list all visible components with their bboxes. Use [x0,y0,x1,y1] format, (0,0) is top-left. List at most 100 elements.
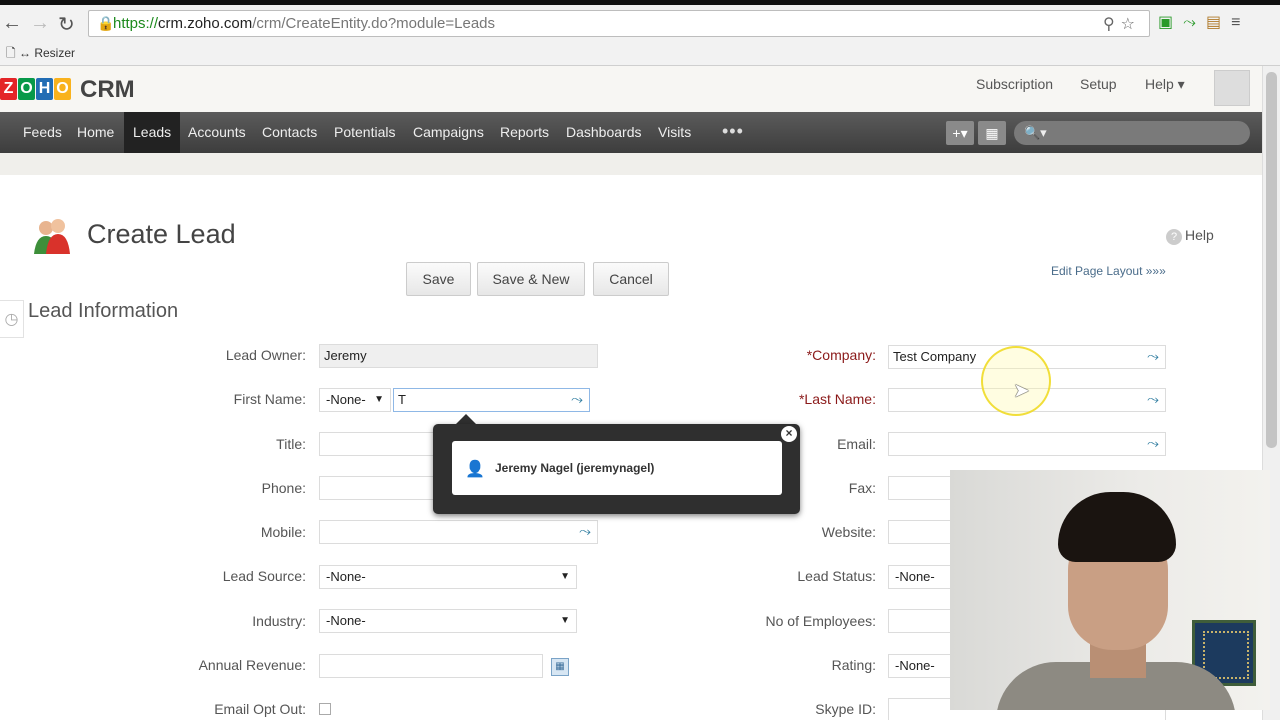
back-icon[interactable]: ← [2,12,22,35]
product-name: CRM [80,76,135,103]
calendar-icon[interactable]: ▦ [978,121,1006,145]
search-icon: 🔍▾ [1024,125,1047,140]
first-name-field[interactable]: T ⤳ [393,388,590,412]
website-label: Website: [821,524,876,540]
address-bar[interactable]: 🔒 https://crm.zoho.com/crm/CreateEntity.… [88,10,1150,37]
annual-revenue-field[interactable] [319,654,543,678]
zoho-extension-icon[interactable]: ⤳ [1183,14,1206,31]
industry-select[interactable]: -None- ▼ [319,609,577,633]
more-tabs-icon[interactable]: ••• [722,121,744,142]
quick-create-icon[interactable]: +▾ [946,121,974,145]
subscription-link[interactable]: Subscription [976,76,1053,92]
skype-id-label: Skype ID: [815,701,876,717]
mouse-cursor-icon: ➤ [1013,380,1030,402]
calculator-icon[interactable]: ▦ [551,658,569,676]
zia-lookup-icon[interactable]: ⤳ [1147,389,1159,411]
main-navigation: Feeds Home Leads Accounts Contacts Poten… [0,112,1262,153]
zoho-logo[interactable]: Z O H O [0,78,71,104]
lead-owner-field[interactable]: Jeremy [319,344,598,368]
tab-contacts[interactable]: Contacts [262,112,317,153]
bookmark-label: ↔ Resizer [19,46,76,60]
window-top-border [0,0,1280,5]
rating-value: -None- [895,658,935,673]
reload-icon[interactable]: ↻ [58,12,75,37]
page-icon: 🗋 [6,46,16,60]
employees-label: No of Employees: [765,613,877,629]
dropdown-arrow-icon: ▼ [374,394,384,405]
suggestion-label[interactable]: Jeremy Nagel (jeremynagel) [495,461,654,475]
lock-icon: 🔒 [97,15,115,31]
lead-source-value: -None- [326,569,366,584]
tab-accounts[interactable]: Accounts [188,112,246,153]
header-strip [0,153,1262,175]
menu-icon[interactable]: ≡ [1231,14,1250,31]
setup-link[interactable]: Setup [1080,76,1117,92]
industry-label: Industry: [252,613,306,629]
url-path: /crm/CreateEntity.do?module=Leads [252,15,496,32]
url-host: crm.zoho.com [158,15,253,32]
scrollbar-thumb[interactable] [1266,72,1277,448]
save-and-new-button[interactable]: Save & New [477,262,585,296]
leads-module-icon [34,219,70,254]
bookmark-star-icon[interactable]: ☆ [1121,16,1141,33]
salutation-value: -None- [326,392,366,407]
section-title: Lead Information [28,300,179,322]
zia-lookup-icon[interactable]: ⤳ [1147,433,1159,455]
user-avatar[interactable] [1214,70,1250,106]
tab-campaigns[interactable]: Campaigns [413,112,484,153]
phone-label: Phone: [261,480,306,496]
search-input[interactable]: 🔍▾ [1014,121,1250,145]
zoom-icon[interactable]: ⚲ [1103,16,1121,33]
cancel-button[interactable]: Cancel [593,262,669,296]
crm-header: Z O H O CRM Subscription Setup Help ▾ [0,66,1262,112]
tab-feeds[interactable]: Feeds [23,112,62,153]
zia-lookup-icon[interactable]: ⤳ [579,521,591,543]
tab-leads[interactable]: Leads [124,112,181,153]
first-name-label: First Name: [233,391,306,407]
url-text[interactable]: https://crm.zoho.com/crm/CreateEntity.do… [113,15,495,32]
tab-home[interactable]: Home [77,112,114,153]
person-icon: 👤 [465,461,485,478]
email-field[interactable]: ⤳ [888,432,1166,456]
dropdown-arrow-icon: ▼ [560,571,570,582]
tab-dashboards[interactable]: Dashboards [566,112,642,153]
close-icon[interactable]: × [781,426,797,442]
tab-visits[interactable]: Visits [658,112,691,153]
extension-icons[interactable]: ▣⤳▤≡ [1158,12,1250,32]
email-opt-out-checkbox[interactable] [319,703,331,715]
mobile-field[interactable]: ⤳ [319,520,598,544]
salutation-select[interactable]: -None- ▼ [319,388,391,412]
tab-reports[interactable]: Reports [500,112,549,153]
last-name-label: *Last Name: [798,391,876,407]
first-name-value: T [398,392,406,407]
popup-pointer [456,414,476,424]
industry-value: -None- [326,613,366,628]
edit-page-layout-link[interactable]: Edit Page Layout »»» [1051,264,1166,278]
url-scheme: https:// [113,15,159,32]
annual-revenue-label: Annual Revenue: [198,657,306,673]
help-link[interactable]: ? Help [1166,227,1214,245]
extension-icon[interactable]: ▣ [1158,14,1183,31]
bookmark-resizer[interactable]: 🗋 ↔ Resizer [6,44,75,65]
help-menu[interactable]: Help ▾ [1145,76,1185,93]
lead-source-select[interactable]: -None- ▼ [319,565,577,589]
dropdown-arrow-icon: ▼ [560,615,570,626]
company-value: Test Company [893,349,977,364]
browser-toolbar: ← → ↻ 🔒 https://crm.zoho.com/crm/CreateE… [0,0,1280,66]
company-label: *Company: [806,347,876,363]
lead-source-label: Lead Source: [222,568,306,584]
logo-letter: H [36,78,53,100]
zia-lookup-icon[interactable]: ⤳ [571,389,583,411]
zia-lookup-icon[interactable]: ⤳ [1147,346,1159,368]
address-bar-icons[interactable]: ⚲☆ [1103,14,1141,34]
lead-owner-label: Lead Owner: [225,347,306,363]
save-button[interactable]: Save [406,262,471,296]
forward-icon[interactable]: → [30,12,50,35]
history-clock-icon[interactable]: ◷ [0,300,24,338]
briefcase-extension-icon[interactable]: ▤ [1206,14,1231,31]
title-label: Title: [276,436,306,452]
tab-potentials[interactable]: Potentials [334,112,395,153]
rating-label: Rating: [831,657,876,673]
mobile-label: Mobile: [260,524,306,540]
logo-letter: O [54,78,71,100]
